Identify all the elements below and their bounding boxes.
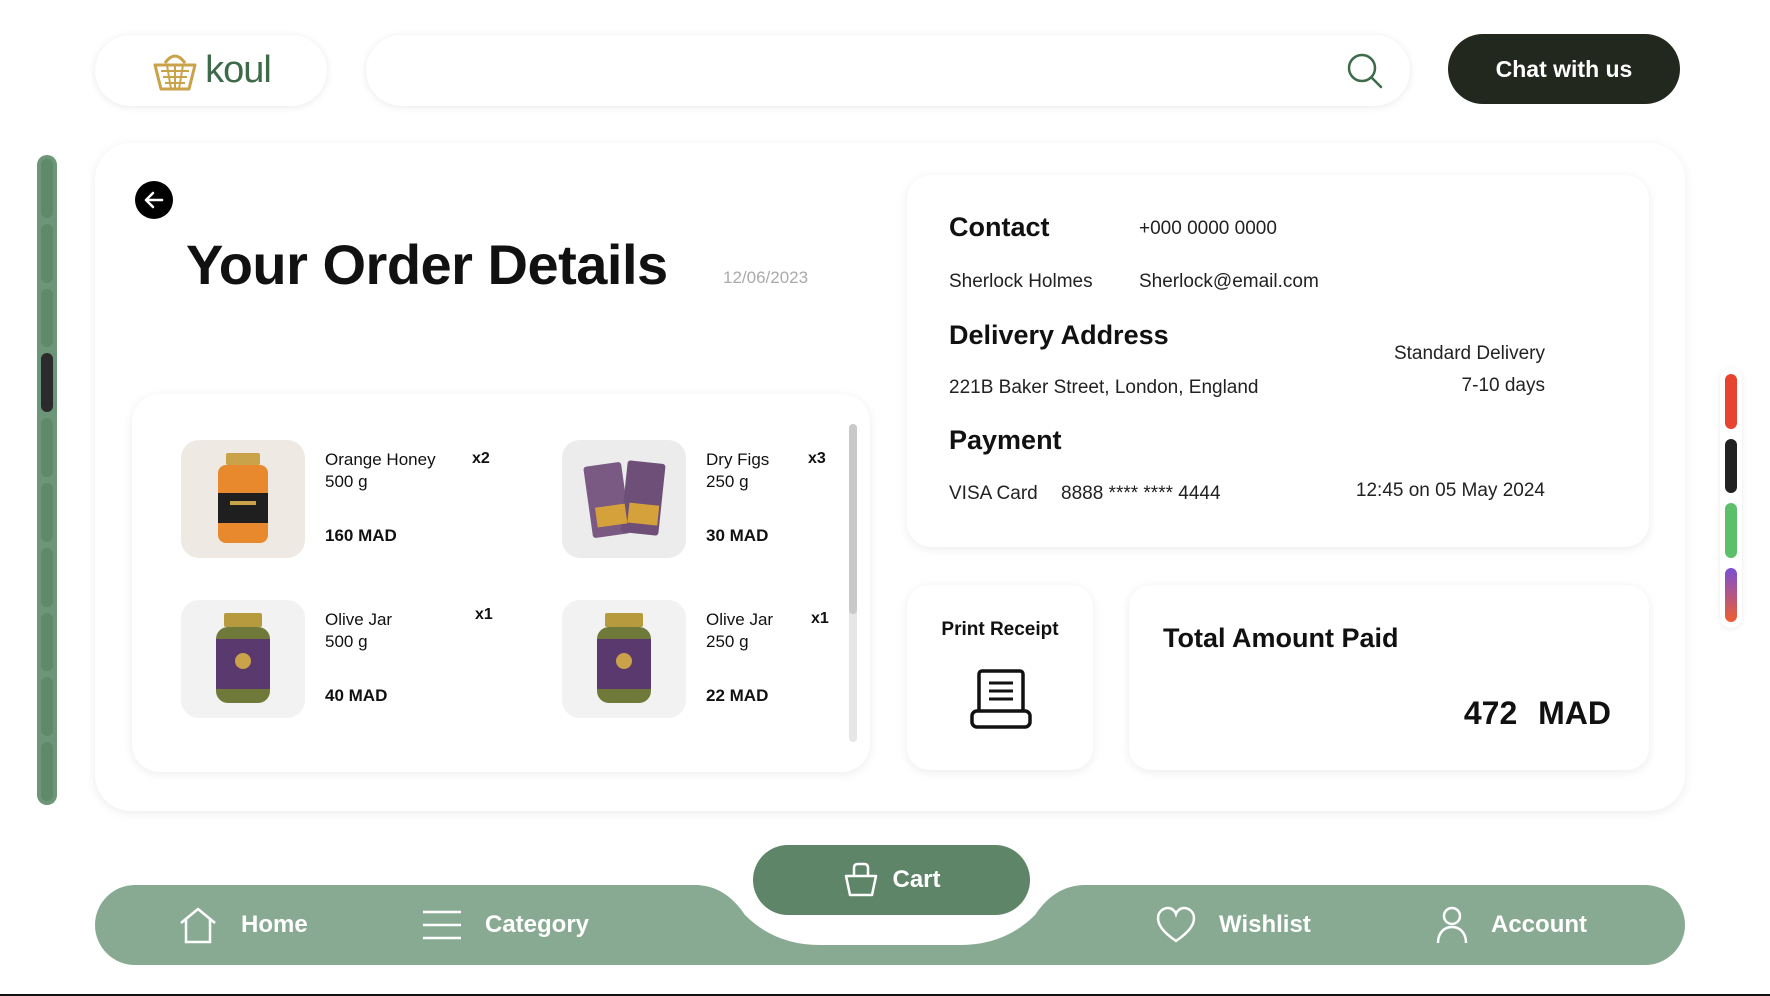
logo-text: koul	[205, 49, 272, 91]
product-image-dry-figs	[562, 440, 686, 558]
nav-account[interactable]: Account	[1435, 885, 1587, 965]
list-item[interactable]: Orange Honey 500 g 160 MAD x2	[181, 440, 511, 560]
payment-time: 12:45 on 05 May 2024	[1355, 480, 1545, 501]
item-name: Dry Figs	[706, 450, 770, 469]
nav-home[interactable]: Home	[177, 885, 308, 965]
item-name: Olive Jar	[325, 610, 393, 629]
rail-segment[interactable]	[41, 159, 53, 218]
olive-jar-icon	[216, 613, 270, 703]
item-quantity: x3	[808, 450, 826, 467]
search-icon[interactable]	[1346, 52, 1384, 90]
product-image-olive-jar	[562, 600, 686, 718]
cart-bag-icon	[845, 862, 878, 897]
list-item[interactable]: Olive Jar 500 g 40 MAD x1	[181, 600, 511, 720]
item-weight: 250 g	[706, 472, 749, 491]
item-weight: 250 g	[706, 632, 749, 651]
nav-wishlist[interactable]: Wishlist	[1155, 885, 1311, 965]
payment-card-type: VISA Card	[949, 483, 1038, 504]
product-image-olive-jar	[181, 600, 305, 718]
total-amount: 472 MAD	[1463, 695, 1611, 731]
delivery-duration: 7-10 days	[1461, 375, 1545, 396]
swatch-black[interactable]	[1725, 438, 1737, 493]
chat-with-us-button[interactable]: Chat with us	[1448, 34, 1680, 104]
print-receipt-button[interactable]: Print Receipt	[907, 585, 1093, 770]
rail-segment[interactable]	[41, 612, 53, 672]
item-price: 160 MAD	[325, 526, 397, 545]
delivery-heading: Delivery Address	[949, 320, 1169, 350]
rail-segment-active[interactable]	[41, 353, 53, 413]
swatch-red[interactable]	[1725, 374, 1737, 429]
list-item[interactable]: Dry Figs 250 g 30 MAD x3	[562, 440, 892, 560]
contact-phone: +000 0000 0000	[1139, 218, 1277, 239]
bottom-nav: Home Category Cart Wishlist Account	[95, 845, 1685, 965]
contact-email: Sherlock@email.com	[1139, 271, 1319, 292]
heart-icon	[1156, 906, 1196, 943]
nav-category[interactable]: Category	[421, 885, 589, 965]
item-price: 40 MAD	[325, 686, 388, 705]
page-title: Your Order Details	[186, 233, 668, 296]
order-items-list: Orange Honey 500 g 160 MAD x2 Dry Figs 2…	[132, 394, 870, 772]
item-quantity: x2	[472, 450, 490, 467]
rail-segment[interactable]	[41, 677, 53, 737]
rail-segment[interactable]	[41, 223, 53, 283]
logo[interactable]: koul	[95, 35, 327, 106]
nav-account-label: Account	[1491, 911, 1587, 938]
rail-segment[interactable]	[41, 288, 53, 348]
contact-heading: Contact	[949, 212, 1050, 242]
list-item[interactable]: Olive Jar 250 g 22 MAD x1	[562, 600, 892, 720]
delivery-method: Standard Delivery	[1393, 343, 1545, 364]
total-amount-card: Total Amount Paid 472 MAD	[1129, 585, 1649, 770]
rail-segment[interactable]	[41, 547, 53, 607]
arrow-left-icon	[144, 191, 164, 209]
figs-bag-icon	[583, 460, 666, 538]
basket-logo-icon	[153, 54, 197, 90]
receipt-printer-icon	[970, 669, 1032, 729]
user-icon	[1436, 906, 1468, 944]
color-swatch-rail	[1720, 368, 1742, 628]
delivery-address: 221B Baker Street, London, England	[949, 377, 1259, 398]
rail-segment[interactable]	[41, 482, 53, 542]
item-quantity: x1	[811, 610, 829, 627]
item-weight: 500 g	[325, 472, 368, 491]
item-price: 22 MAD	[706, 686, 769, 705]
item-name: Olive Jar	[706, 610, 774, 629]
item-price: 30 MAD	[706, 526, 769, 545]
items-scrollbar[interactable]	[849, 424, 857, 742]
scrollbar-thumb[interactable]	[849, 424, 857, 614]
cart-button[interactable]: Cart	[753, 845, 1030, 915]
back-button[interactable]	[135, 181, 173, 219]
order-info-card: Contact +000 0000 0000 Sherlock Holmes S…	[907, 175, 1649, 547]
nav-wishlist-label: Wishlist	[1219, 911, 1311, 938]
product-image-orange-honey	[181, 440, 305, 558]
rail-segment[interactable]	[41, 418, 53, 477]
swatch-gradient[interactable]	[1725, 567, 1737, 622]
order-date: 12/06/2023	[723, 268, 809, 287]
rail-segment[interactable]	[41, 742, 53, 801]
nav-home-label: Home	[241, 911, 308, 938]
contact-name: Sherlock Holmes	[949, 271, 1093, 292]
swatch-green[interactable]	[1725, 503, 1737, 558]
nav-category-label: Category	[485, 911, 590, 938]
item-quantity: x1	[475, 606, 493, 623]
payment-card-number: 8888 **** **** 4444	[1061, 483, 1221, 504]
honey-jar-icon	[218, 453, 268, 543]
total-label: Total Amount Paid	[1163, 623, 1399, 653]
print-receipt-label: Print Receipt	[941, 619, 1059, 640]
search-input[interactable]	[396, 49, 1296, 91]
item-weight: 500 g	[325, 632, 368, 651]
home-icon	[180, 907, 216, 944]
item-name: Orange Honey	[325, 450, 436, 469]
page-scroll-rail[interactable]	[37, 155, 57, 805]
olive-jar-icon	[597, 613, 651, 703]
payment-heading: Payment	[949, 425, 1062, 455]
menu-icon	[423, 910, 461, 940]
cart-label: Cart	[892, 866, 941, 893]
search-bar[interactable]	[366, 35, 1410, 106]
